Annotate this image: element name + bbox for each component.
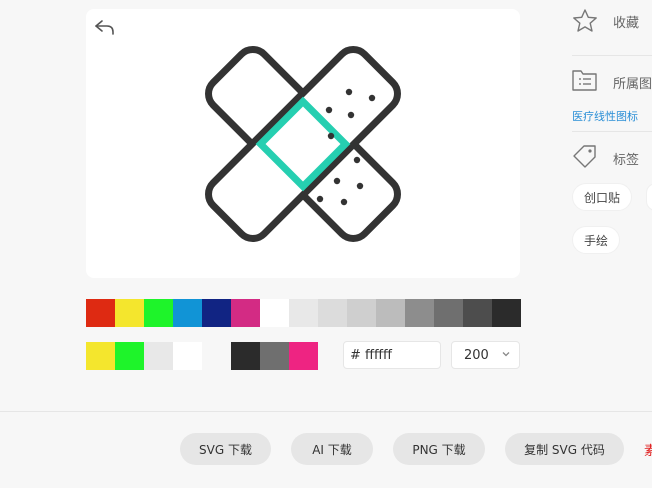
- library-link[interactable]: 医疗线性图标: [572, 108, 638, 124]
- color-swatch[interactable]: [434, 299, 463, 327]
- size-select[interactable]: 200: [451, 341, 520, 369]
- tags-label: 标签: [613, 153, 640, 168]
- color-swatch[interactable]: [144, 342, 173, 370]
- undo-arrow-icon[interactable]: [94, 19, 116, 37]
- color-swatch[interactable]: [260, 342, 289, 370]
- copy-svg-code-button[interactable]: 复制 SVG 代码: [505, 433, 624, 465]
- color-swatch[interactable]: [347, 299, 376, 327]
- color-swatch[interactable]: [289, 299, 318, 327]
- ai-download-button[interactable]: AI 下载: [291, 433, 373, 465]
- chevron-down-icon: [502, 352, 510, 357]
- color-hex-input[interactable]: # ffffff: [343, 341, 441, 369]
- material-link-cut[interactable]: 素: [644, 440, 652, 459]
- color-swatch[interactable]: [260, 299, 289, 327]
- color-swatch[interactable]: [173, 342, 202, 370]
- color-swatch[interactable]: [492, 299, 521, 327]
- color-swatch[interactable]: [202, 299, 231, 327]
- tag-chip[interactable]: 创口贴: [572, 183, 632, 211]
- color-swatch[interactable]: [144, 299, 173, 327]
- palette-row-1: [86, 299, 521, 327]
- bandage-dots: [316, 156, 364, 206]
- png-download-button[interactable]: PNG 下载: [393, 433, 485, 465]
- folder-icon: [572, 70, 597, 91]
- color-swatch[interactable]: [86, 299, 115, 327]
- tag-chip-partial[interactable]: [646, 183, 652, 211]
- color-swatch[interactable]: [289, 342, 318, 370]
- color-swatch[interactable]: [405, 299, 434, 327]
- color-swatch[interactable]: [318, 299, 347, 327]
- color-swatch[interactable]: [376, 299, 405, 327]
- sidebar-divider-2: [572, 131, 652, 132]
- color-swatch[interactable]: [173, 299, 202, 327]
- color-swatch[interactable]: [115, 342, 144, 370]
- size-select-value: 200: [464, 347, 489, 363]
- actions-divider: [0, 411, 652, 412]
- tag-icon: [573, 145, 596, 168]
- sidebar-divider-1: [572, 55, 652, 56]
- color-swatch[interactable]: [86, 342, 115, 370]
- svg-download-button[interactable]: SVG 下载: [180, 433, 271, 465]
- color-swatch[interactable]: [202, 342, 231, 370]
- favorite-label[interactable]: 收藏: [613, 12, 639, 31]
- color-swatch[interactable]: [115, 299, 144, 327]
- color-swatch[interactable]: [463, 299, 492, 327]
- palette-row-2: [86, 342, 318, 370]
- tag-chip[interactable]: 手绘: [572, 226, 620, 254]
- star-icon[interactable]: [571, 8, 599, 34]
- color-swatch[interactable]: [231, 299, 260, 327]
- color-hex-value: # ffffff: [350, 347, 392, 363]
- color-swatch[interactable]: [231, 342, 260, 370]
- library-label: 所属图: [613, 77, 652, 92]
